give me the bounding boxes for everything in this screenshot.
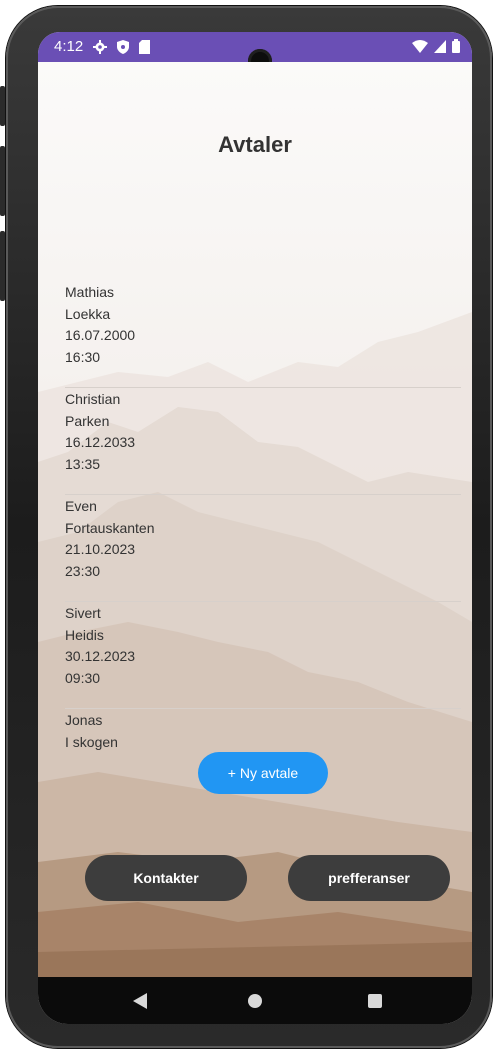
page-title: Avtaler bbox=[218, 132, 292, 157]
power-button bbox=[0, 86, 5, 126]
system-nav-bar bbox=[38, 977, 472, 1024]
recents-icon[interactable] bbox=[368, 994, 382, 1008]
back-icon[interactable] bbox=[133, 993, 147, 1009]
list-item[interactable]: Mathias Loekka 16.07.2000 16:30 bbox=[65, 282, 461, 388]
appointment-date: 16.07.2000 bbox=[65, 327, 136, 343]
preferences-button[interactable]: prefferanser bbox=[288, 855, 450, 901]
appointment-name: Mathias bbox=[65, 284, 115, 300]
appointment-place: Fortauskanten bbox=[65, 519, 155, 536]
volume-down-button bbox=[0, 231, 5, 301]
appointment-date: 30.12.2023 bbox=[65, 648, 136, 664]
appointment-name: Sivert bbox=[65, 605, 101, 621]
appointment-date: 21.10.2023 bbox=[65, 541, 136, 557]
appointment-name: Christian bbox=[65, 391, 121, 407]
volume-up-button bbox=[0, 146, 5, 216]
appointment-place: Loekka bbox=[65, 305, 111, 322]
app-background: Avtaler Mathias Loekka 16.07.2000 16:30 … bbox=[38, 62, 472, 977]
signal-icon bbox=[434, 39, 446, 53]
status-time: 4:12 bbox=[54, 38, 84, 55]
appointment-place: Heidis bbox=[65, 626, 104, 643]
appointment-list[interactable]: Mathias Loekka 16.07.2000 16:30 Christia… bbox=[65, 282, 461, 758]
wifi-icon bbox=[412, 39, 428, 53]
appointment-name: Even bbox=[65, 498, 97, 514]
list-item[interactable]: Jonas I skogen bbox=[65, 710, 461, 758]
home-icon[interactable] bbox=[248, 994, 262, 1008]
appointment-time: 13:35 bbox=[65, 455, 101, 472]
device-screen: 4:12 Avtaler Mathias Loekka 16.07.2000 1… bbox=[38, 32, 472, 1024]
contacts-button[interactable]: Kontakter bbox=[85, 855, 247, 901]
list-item[interactable]: Christian Parken 16.12.2033 13:35 bbox=[65, 389, 461, 495]
appointment-place: I skogen bbox=[65, 733, 118, 750]
battery-icon bbox=[452, 39, 460, 53]
appointment-date: 16.12.2033 bbox=[65, 434, 136, 450]
appointment-name: Jonas bbox=[65, 712, 103, 728]
appointment-time: 23:30 bbox=[65, 562, 101, 579]
appointment-time: 16:30 bbox=[65, 348, 101, 365]
gear-icon bbox=[93, 39, 108, 54]
shield-icon bbox=[117, 39, 130, 54]
sd-card-icon bbox=[139, 39, 151, 54]
appointment-time: 09:30 bbox=[65, 669, 101, 686]
list-item[interactable]: Even Fortauskanten 21.10.2023 23:30 bbox=[65, 496, 461, 602]
new-appointment-button[interactable]: + Ny avtale bbox=[198, 752, 328, 794]
appointment-place: Parken bbox=[65, 412, 110, 429]
list-item[interactable]: Sivert Heidis 30.12.2023 09:30 bbox=[65, 603, 461, 709]
